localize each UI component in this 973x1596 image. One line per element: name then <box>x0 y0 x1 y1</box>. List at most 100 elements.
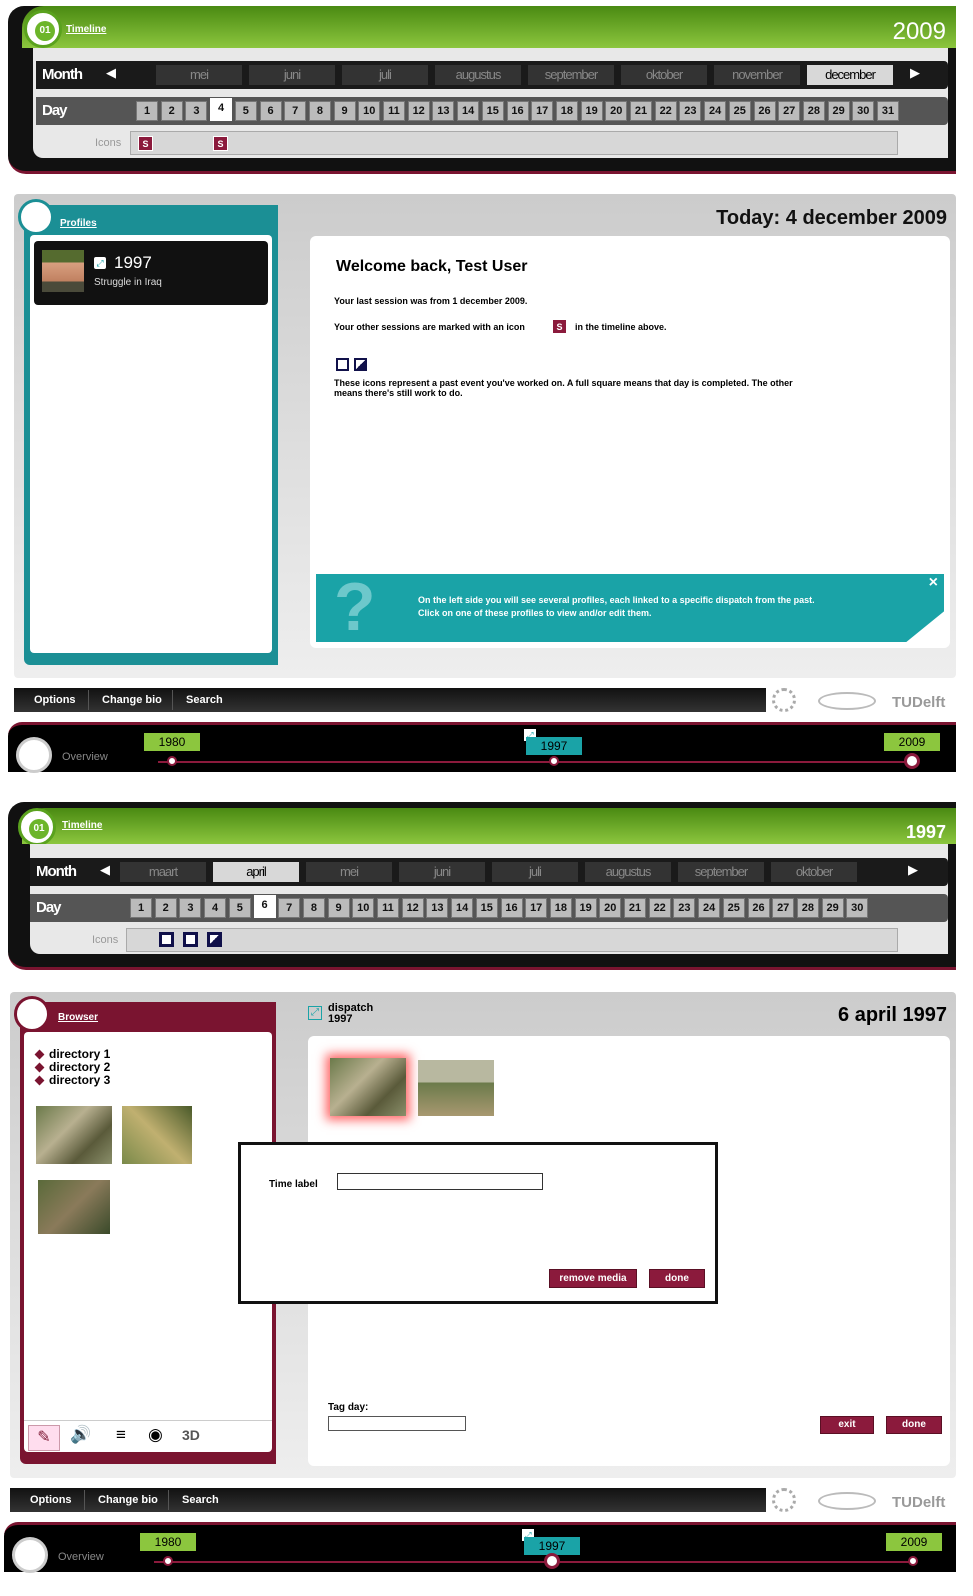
complete-square-icon[interactable] <box>159 932 174 947</box>
day-25[interactable]: 25 <box>728 101 751 121</box>
day-14[interactable]: 14 <box>457 101 480 121</box>
day-8[interactable]: 8 <box>308 101 331 121</box>
month-mei[interactable]: mei <box>306 862 392 882</box>
dispatch-media[interactable] <box>418 1060 494 1116</box>
day-17[interactable]: 17 <box>531 101 554 121</box>
day-26[interactable]: 26 <box>753 101 776 121</box>
day-11[interactable]: 11 <box>377 898 399 918</box>
day-15[interactable]: 15 <box>475 898 498 918</box>
month-augustus[interactable]: augustus <box>435 65 521 85</box>
day-24[interactable]: 24 <box>704 101 727 121</box>
day-22[interactable]: 22 <box>648 898 671 918</box>
day-9[interactable]: 9 <box>333 101 356 121</box>
month-augustus[interactable]: augustus <box>585 862 671 882</box>
month-juni[interactable]: juni <box>249 65 335 85</box>
month-juni[interactable]: juni <box>399 862 485 882</box>
month-oktober[interactable]: oktober <box>771 862 857 882</box>
incomplete-square-icon[interactable] <box>207 932 222 947</box>
day-5[interactable]: 5 <box>234 101 257 121</box>
day-6[interactable]: 6 <box>253 895 276 918</box>
remove-media-button[interactable]: remove media <box>549 1269 637 1288</box>
media-thumbnail[interactable] <box>38 1180 110 1234</box>
session-icon[interactable]: S <box>213 136 228 151</box>
time-label-input[interactable] <box>337 1173 543 1190</box>
day-15[interactable]: 15 <box>481 101 504 121</box>
day-29[interactable]: 29 <box>827 101 850 121</box>
year-1980[interactable]: 1980 <box>140 1533 196 1551</box>
done-button[interactable]: done <box>886 1416 942 1434</box>
tag-day-input[interactable] <box>328 1416 466 1431</box>
day-21[interactable]: 21 <box>624 898 646 918</box>
search-button[interactable]: Search <box>186 694 223 706</box>
day-19[interactable]: 19 <box>574 898 597 918</box>
day-3[interactable]: 3 <box>179 898 202 918</box>
day-16[interactable]: 16 <box>500 898 523 918</box>
day-10[interactable]: 10 <box>352 898 375 918</box>
day-27[interactable]: 27 <box>772 898 795 918</box>
options-button[interactable]: Options <box>34 694 76 706</box>
month-next-icon[interactable]: ▶ <box>908 862 918 878</box>
month-september[interactable]: september <box>678 862 764 882</box>
3d-tool-button[interactable]: 3D <box>182 1427 200 1443</box>
month-next-icon[interactable]: ▶ <box>910 65 920 81</box>
day-14[interactable]: 14 <box>451 898 474 918</box>
day-7[interactable]: 7 <box>284 101 307 121</box>
month-september[interactable]: september <box>528 65 614 85</box>
day-26[interactable]: 26 <box>747 898 770 918</box>
day-2[interactable]: 2 <box>160 101 183 121</box>
year-2009[interactable]: 2009 <box>884 733 940 751</box>
overview-icon[interactable] <box>16 737 52 773</box>
day-23[interactable]: 23 <box>673 898 696 918</box>
day-30[interactable]: 30 <box>846 898 869 918</box>
day-21[interactable]: 21 <box>630 101 652 121</box>
day-24[interactable]: 24 <box>698 898 721 918</box>
month-december[interactable]: december <box>807 65 893 85</box>
selected-media[interactable] <box>330 1058 406 1116</box>
complete-square-icon[interactable] <box>183 932 198 947</box>
day-28[interactable]: 28 <box>796 898 819 918</box>
day-12[interactable]: 12 <box>407 101 430 121</box>
overview-icon[interactable] <box>12 1537 48 1573</box>
year-2009[interactable]: 2009 <box>886 1533 942 1551</box>
month-maart[interactable]: maart <box>120 862 206 882</box>
day-1[interactable]: 1 <box>136 101 158 121</box>
day-11[interactable]: 11 <box>383 101 405 121</box>
day-1[interactable]: 1 <box>130 898 152 918</box>
session-icon[interactable]: S <box>138 136 153 151</box>
day-22[interactable]: 22 <box>654 101 677 121</box>
day-7[interactable]: 7 <box>278 898 301 918</box>
day-4[interactable]: 4 <box>210 98 233 121</box>
month-prev-icon[interactable]: ◀ <box>100 862 110 878</box>
change-bio-button[interactable]: Change bio <box>98 1494 158 1506</box>
media-thumbnail[interactable] <box>122 1106 192 1164</box>
close-icon[interactable]: × <box>929 574 938 592</box>
search-button[interactable]: Search <box>182 1494 219 1506</box>
image-tool-icon[interactable]: ✎ <box>28 1425 60 1451</box>
day-9[interactable]: 9 <box>327 898 350 918</box>
webcam-tool-icon[interactable]: ◉ <box>148 1425 163 1445</box>
day-23[interactable]: 23 <box>679 101 702 121</box>
day-4[interactable]: 4 <box>204 898 227 918</box>
day-20[interactable]: 20 <box>599 898 622 918</box>
directory-item[interactable]: directory 3 <box>34 1074 110 1087</box>
day-6[interactable]: 6 <box>259 101 282 121</box>
month-oktober[interactable]: oktober <box>621 65 707 85</box>
day-13[interactable]: 13 <box>432 101 455 121</box>
day-30[interactable]: 30 <box>852 101 875 121</box>
day-18[interactable]: 18 <box>549 898 572 918</box>
text-tool-icon[interactable]: ≡ <box>116 1425 126 1445</box>
dialog-done-button[interactable]: done <box>649 1269 705 1288</box>
day-25[interactable]: 25 <box>722 898 745 918</box>
change-bio-button[interactable]: Change bio <box>102 694 162 706</box>
day-12[interactable]: 12 <box>401 898 424 918</box>
day-2[interactable]: 2 <box>154 898 177 918</box>
day-28[interactable]: 28 <box>802 101 825 121</box>
day-20[interactable]: 20 <box>605 101 628 121</box>
exit-button[interactable]: exit <box>820 1416 874 1434</box>
month-november[interactable]: november <box>714 65 800 85</box>
day-27[interactable]: 27 <box>778 101 801 121</box>
audio-tool-icon[interactable]: 🔊 <box>70 1425 91 1445</box>
month-mei[interactable]: mei <box>156 65 242 85</box>
day-19[interactable]: 19 <box>580 101 603 121</box>
month-juli[interactable]: juli <box>342 65 428 85</box>
